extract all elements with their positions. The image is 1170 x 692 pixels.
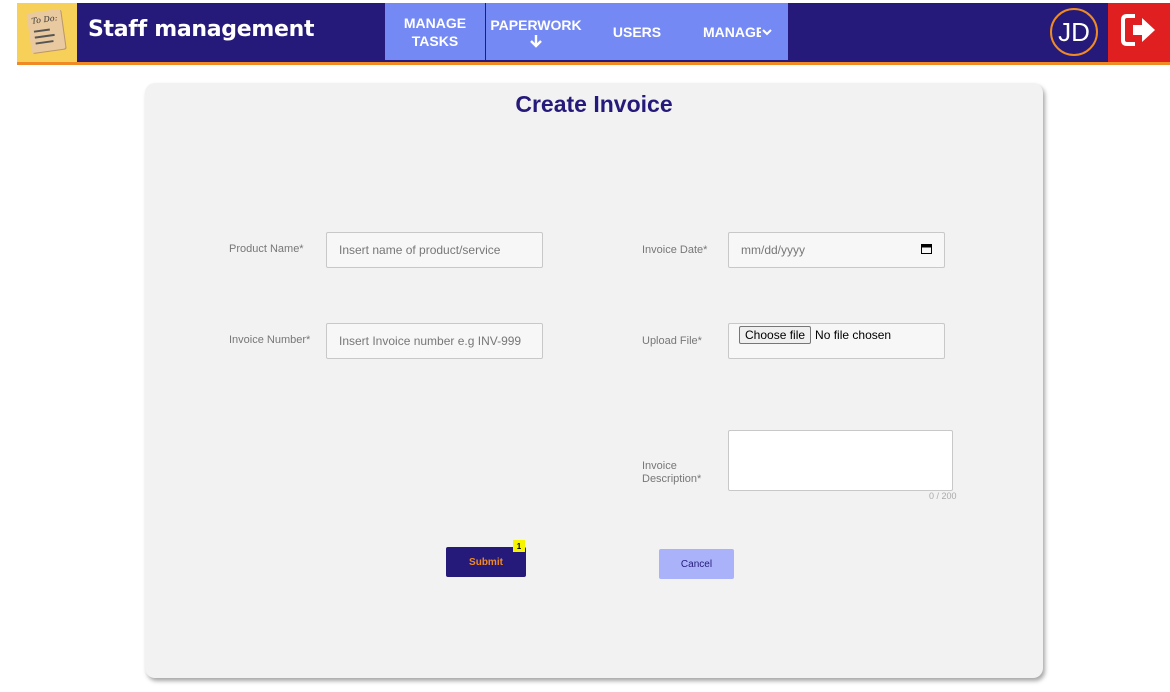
nav-users[interactable]: USERS — [586, 3, 688, 60]
invoice-date-input[interactable]: mm/dd/yyyy — [728, 232, 945, 268]
nav-manage-tasks-line1: MANAGE — [403, 14, 467, 31]
page-title: Create Invoice — [515, 91, 673, 117]
nav-manage-tasks-line2: TASKS — [411, 32, 459, 49]
invoice-number-placeholder: Insert Invoice number e.g INV-999 — [339, 334, 522, 348]
arrow-down-icon — [529, 34, 543, 48]
invoice-description-label: Invoice Description* — [642, 460, 701, 486]
nav-manage-dropdown[interactable]: MANAGE — [688, 3, 788, 60]
cancel-button[interactable]: Cancel — [659, 549, 734, 579]
submit-badge: 1 — [513, 540, 525, 552]
product-name-placeholder: Insert name of product/service — [339, 243, 501, 257]
invoice-number-input[interactable]: Insert Invoice number e.g INV-999 — [326, 323, 543, 359]
navbar-accent-line — [17, 62, 1170, 65]
invoice-description-label-line1: Invoice — [642, 460, 677, 472]
todo-note-icon: To Do: — [26, 8, 66, 54]
choose-file-button[interactable]: Choose file — [739, 326, 812, 344]
product-name-label: Product Name* — [229, 243, 304, 255]
description-char-counter: 0 / 200 — [929, 491, 957, 501]
nav-manage-tasks[interactable]: MANAGE TASKS — [385, 3, 485, 60]
nav-paperwork[interactable]: PAPERWORK — [486, 3, 586, 60]
app-title: Staff management — [88, 17, 315, 42]
app-logo[interactable]: To Do: — [17, 3, 77, 62]
invoice-description-label-line2: Description* — [642, 473, 702, 485]
file-status-text: No file chosen — [815, 328, 892, 342]
user-avatar[interactable]: JD — [1050, 8, 1098, 56]
create-invoice-card: Create Invoice Product Name* Insert name… — [145, 83, 1043, 678]
logo-note-text: To Do: — [30, 13, 58, 26]
upload-file-field: Choose file No file chosen — [728, 323, 945, 359]
logout-icon — [1119, 10, 1159, 55]
upload-file-label: Upload File* — [642, 335, 702, 347]
logout-button[interactable] — [1108, 3, 1170, 62]
invoice-date-label: Invoice Date* — [642, 244, 708, 256]
invoice-date-placeholder: mm/dd/yyyy — [741, 243, 806, 257]
invoice-description-textarea[interactable] — [728, 430, 953, 491]
chevron-down-icon — [761, 26, 773, 38]
product-name-input[interactable]: Insert name of product/service — [326, 232, 543, 268]
invoice-number-label: Invoice Number* — [229, 334, 311, 346]
nav-users-label: USERS — [612, 23, 662, 40]
nav-paperwork-label: PAPERWORK — [490, 16, 582, 33]
nav-manage-label: MANAGE — [703, 23, 761, 40]
calendar-icon[interactable] — [921, 243, 932, 257]
